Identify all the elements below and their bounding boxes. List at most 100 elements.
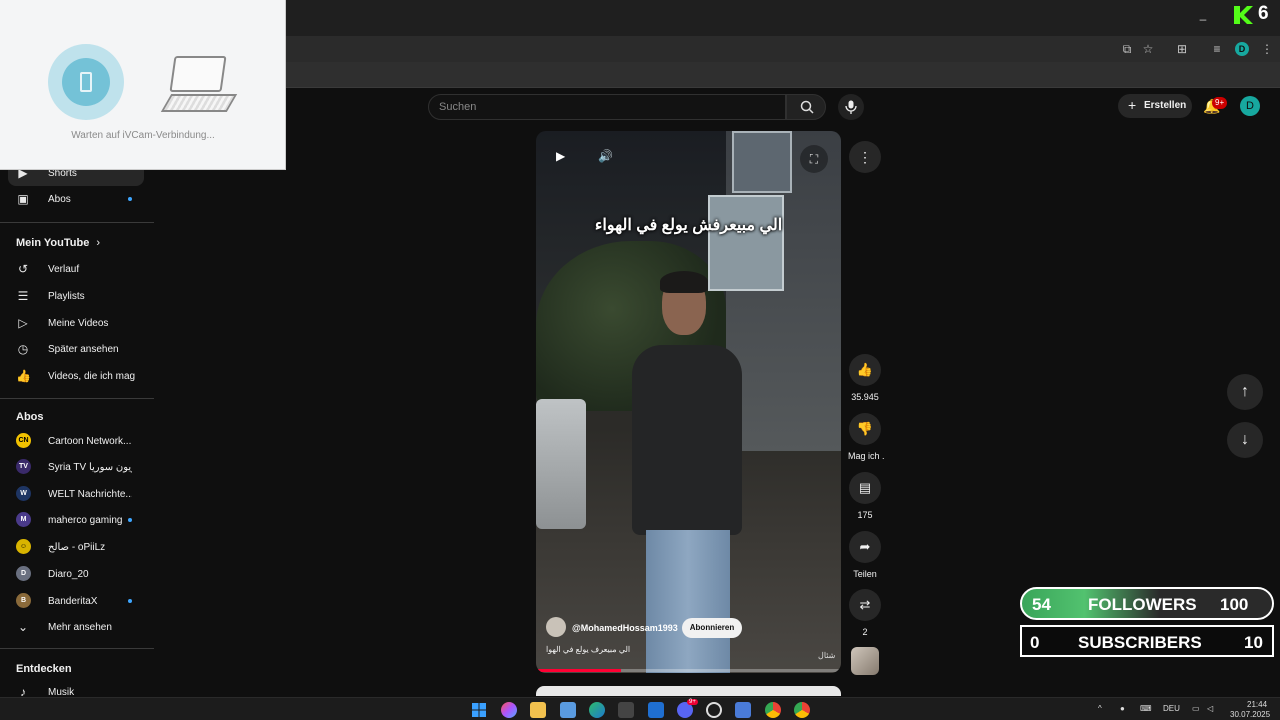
comment-count: 175	[857, 510, 873, 520]
overlay-logo-number: 6	[1258, 3, 1269, 24]
cast-icon[interactable]: ⧉	[1120, 42, 1134, 56]
clock-time[interactable]: 21:44	[1247, 700, 1267, 709]
media-controls-icon[interactable]: ≡	[1210, 42, 1224, 56]
fullscreen-icon[interactable]: ⛶	[800, 145, 828, 173]
previous-short-arrow-up-icon[interactable]: ↑	[1227, 374, 1263, 410]
file-explorer-icon[interactable]	[530, 702, 546, 718]
sidebar-sub-cartoon-network[interactable]: CN Cartoon Network...	[8, 428, 144, 454]
next-short-preview[interactable]	[536, 686, 841, 696]
bookmark-star-icon[interactable]: ☆	[1141, 42, 1155, 56]
clock-date[interactable]: 30.07.2025	[1230, 710, 1270, 719]
watch-later-icon: ◷	[17, 342, 29, 356]
thumbs-up-icon[interactable]: 👍	[849, 354, 881, 386]
keyboard-icon[interactable]: ⌨	[1140, 704, 1152, 713]
volume-icon[interactable]: 🔊	[598, 149, 613, 163]
sidebar-sub-welt[interactable]: W WELT Nachrichte...	[8, 481, 144, 507]
sidebar-sub-opiilz[interactable]: ☺ صالح - oPiiLz	[8, 534, 144, 560]
sidebar-item-label: maherco gaming	[48, 515, 123, 526]
sidebar-sub-banderitax[interactable]: B BanderitaX	[8, 588, 144, 614]
dislike-action[interactable]: 👎 Mag ich .	[848, 413, 885, 461]
ivcam-status-text: Warten auf iVCam-Verbindung...	[71, 130, 215, 141]
sidebar-item-watch-later[interactable]: ◷ Später ansehen	[8, 336, 144, 362]
playlists-icon: ☰	[17, 289, 29, 303]
section-abos: Abos	[16, 411, 44, 423]
sidebar-item-label: Cartoon Network...	[48, 436, 132, 447]
sidebar-item-label: Mehr ansehen	[48, 622, 112, 633]
sidebar-divider	[0, 222, 154, 223]
shorts-video-player[interactable]: ▶ 🔊 ⛶ الي مبيعرفش يولع في الهواء @Mohame…	[536, 131, 841, 673]
remix-icon[interactable]: ⇄	[849, 589, 881, 621]
comment-icon[interactable]: ▤	[849, 472, 881, 504]
extensions-icon[interactable]: ⊞	[1175, 42, 1189, 56]
new-content-dot	[128, 599, 132, 603]
sidebar-item-label: Playlists	[48, 291, 85, 302]
windows-taskbar: 9+ ^ ● ⌨ DEU ▭ ◁ 21:44 30.07.2025	[0, 697, 1280, 720]
followers-goal-widget: 54 FOLLOWERS 100	[1020, 587, 1274, 620]
sidebar-item-meine-videos[interactable]: ▷ Meine Videos	[8, 310, 144, 336]
thumbs-down-icon[interactable]: 👎	[849, 413, 881, 445]
share-icon[interactable]: ➦	[849, 531, 881, 563]
create-button[interactable]: + Erstellen	[1118, 94, 1192, 118]
sidebar-item-verlauf[interactable]: ↺ Verlauf	[8, 256, 144, 282]
edge-icon[interactable]	[589, 702, 605, 718]
more-options-button[interactable]: ⋮	[849, 141, 881, 173]
sidebar-sub-syria-tv[interactable]: TV Syria TV تلفزيون سوريا	[8, 454, 144, 480]
remix-action[interactable]: ⇄ 2	[848, 589, 882, 637]
video-progress-bar[interactable]	[536, 669, 841, 672]
sidebar-sub-diaro[interactable]: D Diaro_20	[8, 561, 144, 587]
search-icon	[800, 100, 814, 114]
sidebar-item-liked-videos[interactable]: 👍 Videos, die ich mag	[8, 363, 144, 389]
channel-avatar: TV	[16, 459, 31, 474]
chrome-icon-2[interactable]	[794, 702, 810, 718]
search-button[interactable]	[786, 94, 826, 120]
sidebar-more-button[interactable]: ⌄ Mehr ansehen	[8, 614, 144, 640]
sidebar-item-label: Videos, die ich mag	[48, 371, 136, 382]
app-icon[interactable]	[618, 702, 634, 718]
channel-avatar: CN	[16, 433, 31, 448]
sound-source-thumbnail[interactable]	[851, 647, 879, 675]
store-icon[interactable]	[560, 702, 576, 718]
subscribe-button[interactable]: Abonnieren	[682, 618, 742, 638]
new-content-dot	[128, 197, 132, 201]
plus-icon: +	[1128, 97, 1137, 113]
sidebar-item-label: Abos	[48, 194, 71, 205]
video-caption: الي مبيعرفش يولع في الهواء	[594, 217, 783, 234]
channel-name-link[interactable]: @MohamedHossam1993	[572, 623, 678, 633]
channel-avatar: M	[16, 512, 31, 527]
comments-action[interactable]: ▤ 175	[848, 472, 882, 520]
remix-count: 2	[862, 627, 868, 637]
app-icon-3[interactable]	[735, 702, 751, 718]
section-mein-youtube[interactable]: Mein YouTube ›	[16, 237, 100, 249]
play-icon[interactable]: ▶	[556, 149, 565, 163]
video-scene-person	[628, 271, 748, 673]
sidebar-item-label: Verlauf	[48, 264, 80, 275]
network-icon[interactable]: ▭	[1192, 704, 1200, 713]
sidebar-item-label: Später ansehen	[48, 344, 119, 355]
sidebar-item-playlists[interactable]: ☰ Playlists	[8, 283, 144, 309]
sidebar-item-abos[interactable]: ▣ Abos	[8, 186, 144, 212]
browser-profile-avatar[interactable]: D	[1235, 42, 1249, 56]
like-action[interactable]: 👍 35.945	[848, 354, 882, 402]
account-avatar[interactable]: D	[1240, 96, 1260, 116]
share-action[interactable]: ➦ Teilen	[848, 531, 882, 579]
sidebar-sub-maherco[interactable]: M maherco gaming	[8, 507, 144, 533]
search-input[interactable]: Suchen	[428, 94, 786, 120]
outlook-icon[interactable]	[648, 702, 664, 718]
laptop-keyboard-icon	[160, 94, 238, 112]
language-indicator[interactable]: DEU	[1163, 704, 1180, 713]
channel-avatar[interactable]	[546, 617, 566, 637]
video-title: الي مبيعرف يولع في الهوا	[546, 645, 631, 654]
next-short-arrow-down-icon[interactable]: ↓	[1227, 422, 1263, 458]
ivcam-overlay: Warten auf iVCam-Verbindung...	[0, 0, 286, 170]
volume-tray-icon[interactable]: ◁	[1207, 704, 1213, 713]
browser-menu-icon[interactable]: ⋮	[1260, 42, 1274, 56]
sidebar-item-label: Syria TV تلفزيون سوريا	[48, 462, 132, 473]
voice-search-button[interactable]	[838, 94, 864, 120]
app-icon-2[interactable]	[706, 702, 722, 718]
chrome-icon[interactable]	[765, 702, 781, 718]
windows-start-icon[interactable]	[471, 702, 487, 718]
minimize-icon[interactable]: –	[1196, 12, 1210, 26]
chevron-up-icon[interactable]: ^	[1098, 704, 1102, 713]
mic-tray-icon[interactable]: ●	[1120, 704, 1125, 713]
copilot-icon[interactable]	[501, 702, 517, 718]
